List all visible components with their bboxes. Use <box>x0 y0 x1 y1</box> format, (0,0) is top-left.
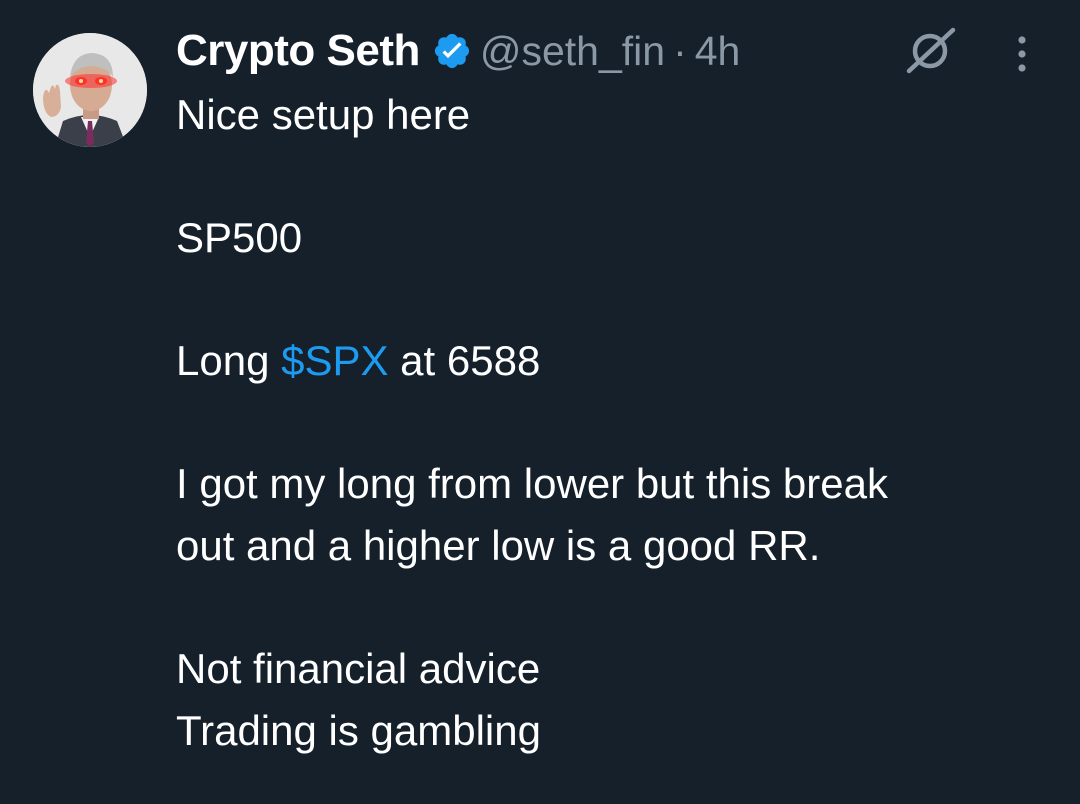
display-name[interactable]: Crypto Seth <box>176 26 420 76</box>
tweet-line: Trading is gambling <box>176 707 541 754</box>
avatar-image <box>33 33 147 147</box>
cashtag-link[interactable]: $SPX <box>281 337 388 384</box>
separator-dot: · <box>673 27 687 74</box>
tweet-line: Nice setup here <box>176 91 471 138</box>
more-dots-icon[interactable] <box>1008 32 1036 76</box>
text-segment: at 6588 <box>388 337 541 384</box>
tweet-line: out and a higher low is a good RR. <box>176 522 821 569</box>
tweet-line: SP500 <box>176 214 303 261</box>
tweet-body: Nice setup here SP500 Long $SPX at 6588 … <box>176 84 1056 762</box>
tweet-line: Not financial advice <box>176 645 541 692</box>
text-segment: Long <box>176 337 282 384</box>
verified-badge-icon <box>432 31 472 71</box>
timestamp[interactable]: 4h <box>695 28 741 75</box>
grok-icon[interactable] <box>904 26 958 74</box>
tweet-line: I got my long from lower but this break <box>176 460 888 507</box>
avatar[interactable] <box>33 33 147 147</box>
tweet-line: Long $SPX at 6588 <box>176 330 1056 392</box>
tweet-header: Crypto Seth @seth_fin · 4h <box>176 22 740 80</box>
tweet[interactable]: Crypto Seth @seth_fin · 4h Nice setup he… <box>0 0 1080 804</box>
user-handle[interactable]: @seth_fin <box>480 28 665 75</box>
